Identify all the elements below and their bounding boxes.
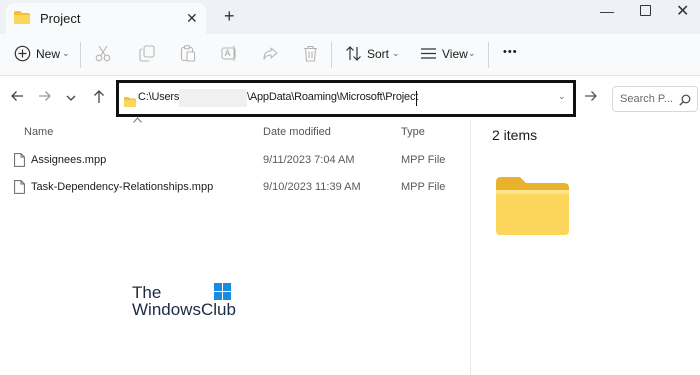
table-row[interactable]: Task-Dependency-Relationships.mpp 9/10/2… [0,176,470,198]
table-row[interactable]: Assignees.mpp 9/11/2023 7:04 AM MPP File [0,149,470,171]
delete-icon[interactable] [303,45,318,67]
tab-title: Project [40,11,81,26]
divider [331,42,332,68]
maximize-icon[interactable] [640,5,651,16]
tab-project[interactable]: Project ✕ [6,3,206,34]
column-header-date[interactable]: Date modified [263,126,331,138]
address-bar[interactable]: C:\Users\ \AppData\Roaming\Microsoft\Pro… [116,80,576,117]
file-name: Assignees.mpp [31,154,107,166]
text-cursor [416,91,417,106]
column-header-name[interactable]: Name [24,126,53,138]
file-icon [14,153,25,172]
new-icon[interactable] [14,45,31,67]
items-count: 2 items [492,127,538,143]
file-name: Task-Dependency-Relationships.mpp [31,181,214,193]
search-placeholder: Search P... [620,93,673,105]
forward-icon[interactable] [38,89,52,107]
folder-icon [496,176,570,241]
divider [80,42,81,68]
cut-icon[interactable] [95,45,111,67]
sort-ascending-icon [133,115,142,125]
address-path-suffix: \AppData\Roaming\Microsoft\Project [247,91,419,103]
more-options-button[interactable]: ••• [503,46,518,58]
windows-logo [214,283,231,305]
command-bar: New ⌄ Sort ⌄ View ⌄ ••• [0,34,700,76]
rename-icon[interactable] [221,45,238,67]
chevron-down-icon[interactable]: ⌄ [392,48,400,59]
paste-icon[interactable] [180,45,196,67]
file-type: MPP File [401,181,446,193]
file-type: MPP File [401,154,446,166]
chevron-down-icon[interactable]: ⌄ [558,91,566,102]
file-icon [14,180,25,199]
close-tab-icon[interactable]: ✕ [186,11,198,25]
up-icon[interactable] [92,89,106,108]
sort-button[interactable]: Sort [367,47,389,61]
chevron-down-icon[interactable]: ⌄ [468,48,476,59]
folder-icon [124,94,136,112]
minimize-icon[interactable]: — [600,3,614,19]
copy-icon[interactable] [139,45,155,67]
redacted-username [179,89,247,107]
address-path-prefix: C:\Users\ [138,91,183,103]
new-button[interactable]: New [36,47,60,61]
folder-icon [14,11,30,29]
title-bar: Project ✕ + — ✕ [0,0,700,34]
view-icon[interactable] [420,45,437,67]
search-input[interactable]: Search P... [612,86,698,112]
column-header-type[interactable]: Type [401,126,425,138]
recent-locations-icon[interactable] [66,90,76,107]
view-button[interactable]: View [442,47,468,61]
file-date: 9/10/2023 11:39 AM [263,181,361,193]
go-arrow-icon[interactable] [584,89,598,106]
divider [488,42,489,68]
share-icon[interactable] [262,45,279,67]
chevron-down-icon[interactable]: ⌄ [62,48,70,59]
back-icon[interactable] [10,89,24,107]
file-date: 9/11/2023 7:04 AM [263,154,355,166]
close-window-icon[interactable]: ✕ [676,1,689,21]
sort-icon[interactable] [345,45,362,67]
search-icon[interactable] [679,93,691,111]
pane-divider[interactable] [470,120,471,375]
new-tab-button[interactable]: + [224,7,235,25]
